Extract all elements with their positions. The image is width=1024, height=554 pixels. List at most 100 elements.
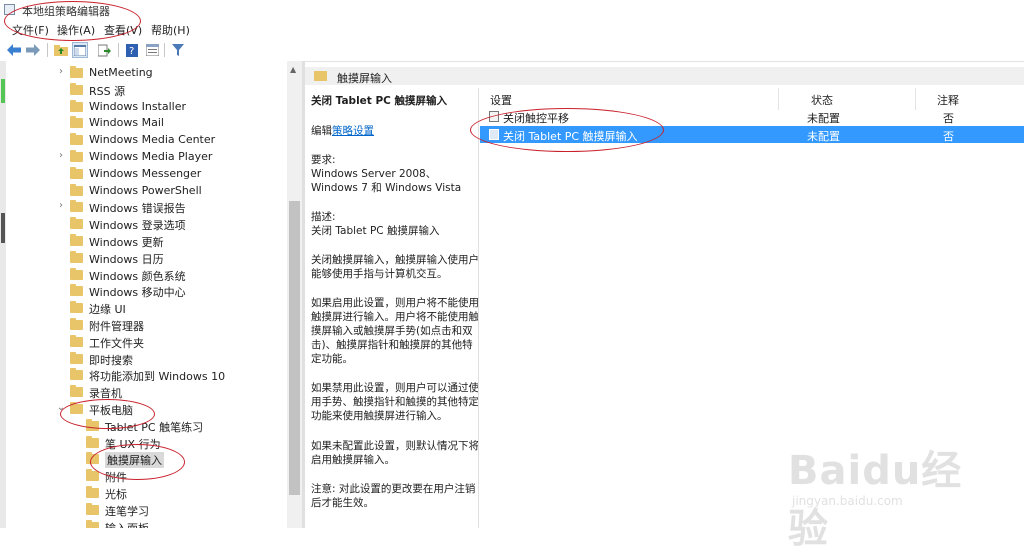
tree-item[interactable]: Windows PowerShell	[6, 183, 287, 200]
folder-icon	[70, 267, 83, 280]
baidu-watermark-logo: Baidu经验 jingyan.baidu.com	[782, 436, 1002, 552]
folder-icon	[314, 71, 327, 81]
tree-item-label: Windows 移动中心	[89, 286, 186, 300]
folder-icon	[86, 486, 99, 498]
tree-item[interactable]: Windows Media Center	[6, 132, 287, 149]
tree-item[interactable]: 连笔学习	[6, 502, 287, 519]
tree-item[interactable]: Windows 登录选项	[6, 216, 287, 233]
tree-item-label: 附件管理器	[89, 320, 144, 333]
folder-icon	[70, 351, 83, 364]
expand-chevron-icon[interactable]: ›	[56, 66, 66, 77]
scroll-up-icon[interactable]: ▲	[290, 65, 296, 74]
description-para-3: 如果禁用此设置，则用户可以通过使用手势、触摸指针和触摸的其他特定功能来使用触摸屏…	[311, 382, 479, 422]
tree-item[interactable]: 边缘 UI	[6, 300, 287, 317]
tree-item[interactable]: 输入面板	[6, 519, 287, 528]
tree-item[interactable]: Windows Mail	[6, 115, 287, 132]
up-folder-icon[interactable]	[53, 42, 69, 58]
column-header-state[interactable]: 状态	[811, 92, 833, 108]
folder-icon	[86, 469, 99, 482]
toolbar: ?	[0, 39, 1024, 62]
setting-comment: 否	[943, 112, 954, 125]
back-arrow-icon[interactable]	[6, 42, 22, 58]
properties-icon[interactable]	[144, 42, 160, 58]
folder-icon	[70, 116, 83, 129]
folder-icon	[70, 368, 83, 381]
folder-icon	[70, 334, 83, 347]
description-line: 关闭 Tablet PC 触摸屏输入	[311, 225, 440, 237]
tree-item-label: Windows Media Center	[89, 133, 216, 147]
tree-item[interactable]: Windows Installer	[6, 99, 287, 116]
title-bar: 本地组策略编辑器	[0, 0, 1024, 20]
tree-item[interactable]: Windows 更新	[6, 233, 287, 250]
tree-item-label: Windows 颜色系统	[89, 269, 186, 283]
annotation-ellipse-title	[4, 1, 141, 41]
expand-chevron-icon[interactable]: ›	[56, 150, 66, 161]
forward-arrow-icon[interactable]	[25, 42, 41, 58]
requirements-label: 要求:	[311, 154, 336, 166]
filter-icon[interactable]	[170, 42, 186, 58]
tree-item-label: 输入面板	[105, 520, 149, 528]
setting-status: 未配置	[807, 112, 840, 125]
tree-item-label: Windows Installer	[89, 99, 187, 113]
expand-chevron-icon[interactable]: ›	[56, 200, 66, 211]
show-tree-icon[interactable]	[72, 42, 88, 58]
description-pane: 关闭 Tablet PC 触摸屏输入 编辑策略设置 要求: Windows Se…	[305, 88, 479, 528]
tree-item[interactable]: › Windows 错误报告	[6, 199, 287, 216]
tree-item-label: Windows Messenger	[89, 166, 202, 180]
edit-policy-link[interactable]: 策略设置	[332, 125, 374, 137]
tree-item[interactable]: RSS 源	[6, 82, 287, 99]
folder-icon	[70, 284, 83, 297]
tree-scrollbar[interactable]: ▲	[287, 61, 302, 528]
scroll-thumb[interactable]	[289, 201, 300, 495]
menu-help[interactable]: 帮助(H)	[151, 22, 190, 38]
folder-icon	[86, 435, 99, 448]
edit-prefix: 编辑	[311, 125, 332, 137]
folder-icon	[86, 519, 99, 528]
folder-icon	[70, 318, 83, 330]
tree-item[interactable]: Windows 移动中心	[6, 283, 287, 300]
tree-item[interactable]: Windows 日历	[6, 250, 287, 267]
annotation-ellipse-touch	[90, 444, 185, 480]
folder-icon	[70, 301, 83, 314]
watermark-url: jingyan.baidu.com	[792, 494, 903, 508]
folder-icon	[70, 183, 83, 196]
setting-comment: 否	[943, 130, 954, 143]
description-para-5: 注意: 对此设置的更改要在用户注销后才能生效。	[311, 483, 476, 509]
tree-item[interactable]: › NetMeeting	[6, 65, 287, 82]
tree-item[interactable]: 将功能添加到 Windows 10	[6, 367, 287, 384]
tree-item-label: Windows Mail	[89, 116, 164, 130]
tree-item[interactable]: 录音机	[6, 384, 287, 401]
folder-icon	[70, 99, 83, 112]
setting-status: 未配置	[807, 130, 840, 143]
svg-text:?: ?	[129, 46, 134, 57]
tree-item-label: Windows Media Player	[89, 150, 213, 163]
tree-item[interactable]: 工作文件夹	[6, 334, 287, 351]
column-header-setting[interactable]: 设置	[490, 92, 512, 108]
tree-item-label: NetMeeting	[89, 66, 153, 79]
tree-item[interactable]: 附件管理器	[6, 317, 287, 334]
tree-item[interactable]: Windows 颜色系统	[6, 267, 287, 284]
folder-icon	[70, 133, 83, 146]
column-header-comment[interactable]: 注释	[937, 92, 959, 108]
folder-icon	[70, 166, 83, 179]
tree-item-label: 边缘 UI	[89, 303, 126, 317]
folder-icon	[70, 200, 83, 213]
tree-item-label: 光标	[105, 488, 127, 501]
help-icon[interactable]: ?	[124, 42, 140, 58]
annotation-ellipse-setting	[470, 108, 664, 152]
tree-item[interactable]: 光标	[6, 485, 287, 502]
folder-icon	[86, 502, 99, 515]
folder-icon	[70, 385, 83, 398]
folder-icon	[70, 66, 83, 78]
policy-title: 关闭 Tablet PC 触摸屏输入	[311, 95, 448, 107]
folder-icon	[70, 150, 83, 162]
tree-item[interactable]: Windows Messenger	[6, 166, 287, 183]
export-list-icon[interactable]	[96, 42, 112, 58]
requirements-text: Windows Server 2008、Windows 7 和 Windows …	[311, 168, 462, 194]
folder-icon	[70, 234, 83, 246]
tree-item-label: 即时搜索	[89, 353, 133, 367]
edit-line: 编辑策略设置	[311, 124, 478, 138]
tree-item[interactable]: 即时搜索	[6, 351, 287, 368]
tree-item[interactable]: › Windows Media Player	[6, 149, 287, 166]
description-para-1: 关闭触摸屏输入，触摸屏输入使用户能够使用手指与计算机交互。	[311, 254, 479, 280]
